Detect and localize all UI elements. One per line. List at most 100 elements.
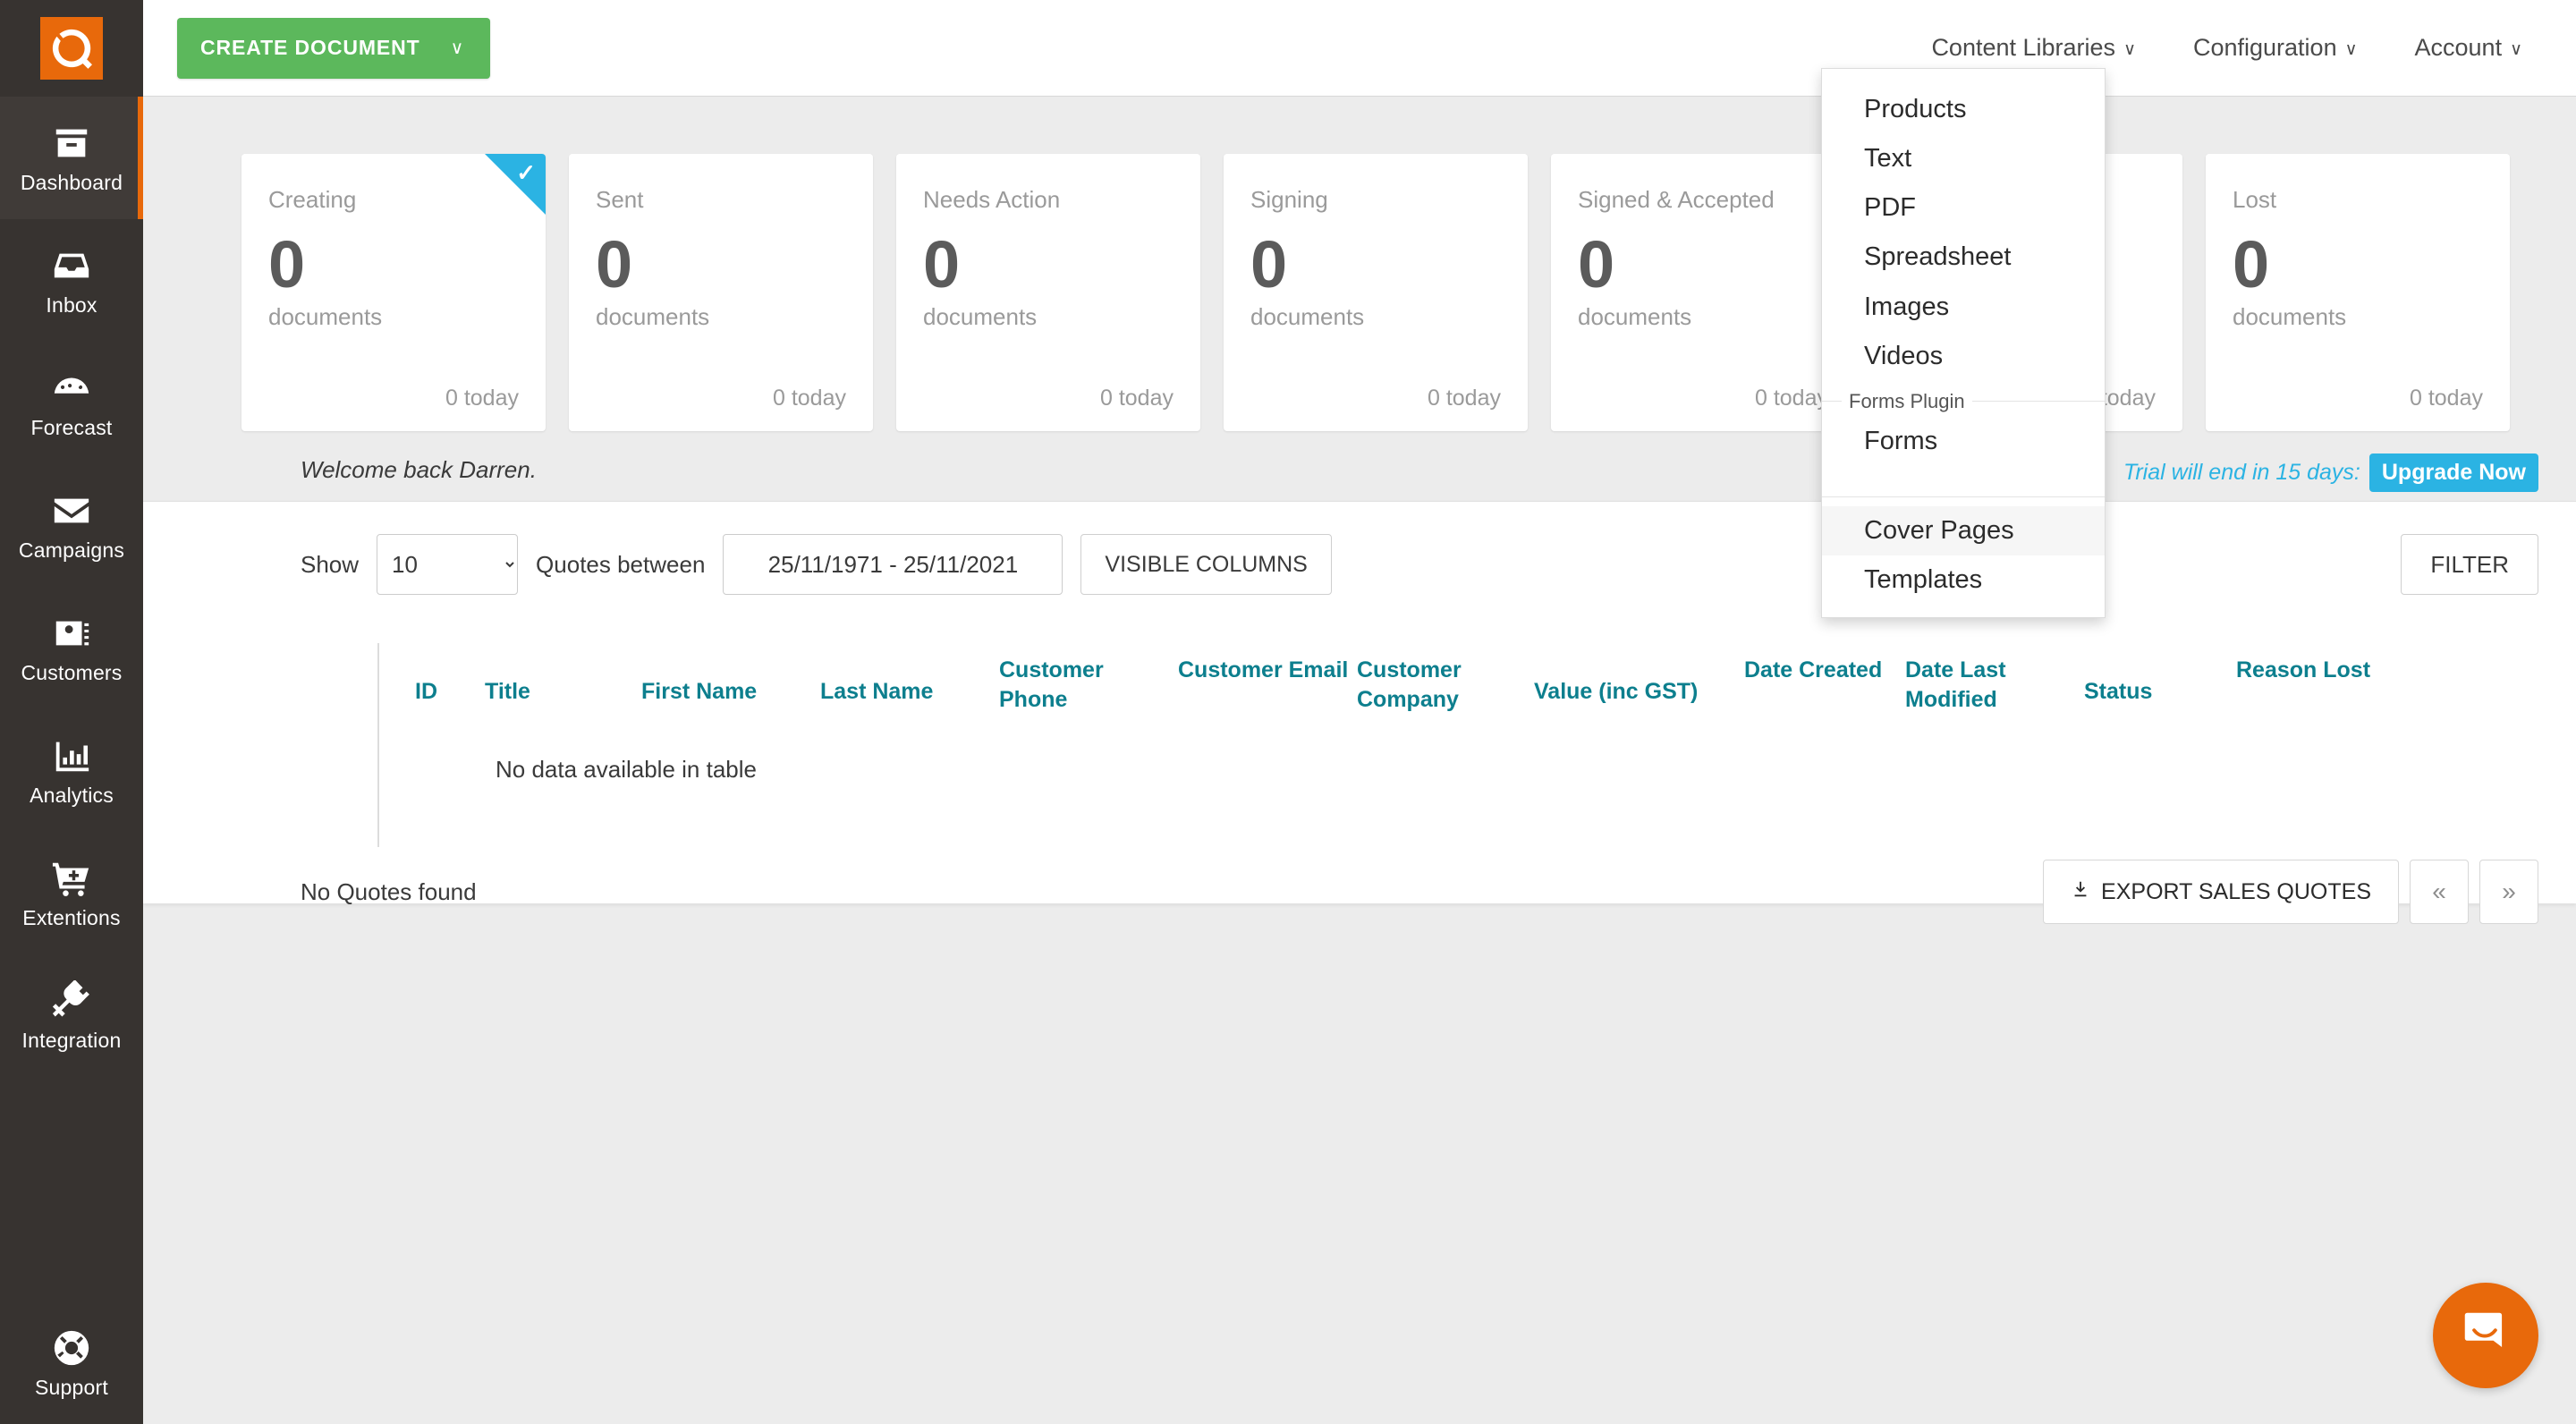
- table-header-status[interactable]: Status: [2084, 643, 2236, 740]
- sidebar-item-integration[interactable]: Integration: [0, 954, 143, 1077]
- sidebar-label: Analytics: [30, 784, 114, 807]
- separator-line-right: [1971, 401, 2105, 403]
- card-count: 0: [923, 227, 961, 301]
- sidebar-item-forecast[interactable]: Forecast: [0, 342, 143, 464]
- sidebar-item-analytics[interactable]: Analytics: [0, 709, 143, 832]
- sidebar-item-inbox[interactable]: Inbox: [0, 219, 143, 342]
- card-unit: documents: [2233, 303, 2347, 331]
- table-body: No data available in table: [377, 740, 2488, 847]
- table-header-id[interactable]: ID: [379, 643, 485, 740]
- table-header-value-inc-gst[interactable]: Value (inc GST): [1534, 643, 1744, 740]
- dropdown-item-products[interactable]: Products: [1822, 85, 2105, 134]
- date-range-input[interactable]: [723, 534, 1063, 595]
- dropdown-item-forms[interactable]: Forms: [1822, 417, 2105, 466]
- sidebar-item-campaigns[interactable]: Campaigns: [0, 464, 143, 587]
- dropdown-item-spreadsheet[interactable]: Spreadsheet: [1822, 233, 2105, 282]
- inbox-tray-icon: [51, 245, 92, 286]
- dropdown-item-pdf[interactable]: PDF: [1822, 183, 2105, 233]
- table-header-row: ID Title First Name Last Name Customer P…: [377, 643, 2488, 740]
- sidebar-logo[interactable]: [0, 0, 143, 97]
- pagination-first-button[interactable]: «: [2410, 860, 2469, 924]
- table-header-customer-company[interactable]: Customer Company: [1357, 643, 1534, 740]
- table-footer: No Quotes found EXPORT SALES QUOTES « »: [301, 860, 2538, 924]
- topnav-configuration[interactable]: Configuration ∨: [2193, 34, 2358, 62]
- dropdown-group-templates: Cover Pages Templates: [1822, 496, 2105, 617]
- check-icon: ✓: [516, 159, 536, 186]
- sidebar: Dashboard Inbox Forecast Campaigns Custo: [0, 0, 143, 1424]
- create-document-button[interactable]: CREATE DOCUMENT ∨: [177, 17, 491, 79]
- sidebar-item-dashboard[interactable]: Dashboard: [0, 97, 143, 219]
- lifebuoy-icon: [51, 1327, 92, 1369]
- table-header-reason-lost[interactable]: Reason Lost: [2236, 643, 2379, 740]
- card-today: 0 today: [2409, 386, 2483, 411]
- main-content: ✓ Creating 0 documents 0 today Sent 0 do…: [143, 97, 2576, 1424]
- table-header-last-name[interactable]: Last Name: [820, 643, 999, 740]
- sidebar-label: Integration: [21, 1029, 122, 1052]
- table-header-title[interactable]: Title: [485, 643, 641, 740]
- card-today: 0 today: [1754, 386, 1828, 411]
- show-entries-select[interactable]: 10 25 50 100: [377, 534, 519, 595]
- chevron-down-icon: ∨: [450, 38, 464, 58]
- filter-button[interactable]: FILTER: [2401, 534, 2538, 595]
- topnav-label: Account: [2414, 34, 2503, 61]
- dropdown-item-videos[interactable]: Videos: [1822, 332, 2105, 381]
- status-card-lost[interactable]: Lost 0 documents 0 today: [2206, 154, 2510, 431]
- status-card-sent[interactable]: Sent 0 documents 0 today: [569, 154, 873, 431]
- card-count: 0: [596, 227, 633, 301]
- table-header-date-created[interactable]: Date Created: [1744, 643, 1905, 740]
- card-title: Lost: [2233, 186, 2277, 213]
- quotes-panel: Trial will end in 15 days: Upgrade Now S…: [143, 453, 2576, 924]
- table-header-first-name[interactable]: First Name: [641, 643, 820, 740]
- download-icon: [2071, 879, 2090, 905]
- gauge-icon: [51, 368, 92, 409]
- no-quotes-found-label: No Quotes found: [301, 877, 477, 905]
- separator-label: Forms Plugin: [1849, 389, 1965, 412]
- chat-bubble-icon: [2458, 1306, 2513, 1366]
- card-title: Creating: [268, 186, 357, 213]
- pagination-last-button[interactable]: »: [2479, 860, 2538, 924]
- dropdown-item-text[interactable]: Text: [1822, 134, 2105, 183]
- dropdown-item-images[interactable]: Images: [1822, 283, 2105, 332]
- status-card-creating[interactable]: ✓ Creating 0 documents 0 today: [242, 154, 546, 431]
- card-today: 0 today: [1427, 386, 1501, 411]
- topnav-label: Content Libraries: [1931, 34, 2116, 61]
- contact-card-icon: [51, 613, 92, 654]
- sidebar-item-support[interactable]: Support: [0, 1301, 143, 1424]
- status-card-signed-accepted[interactable]: Signed & Accepted 0 documents 0 today: [1551, 154, 1855, 431]
- table-header-date-last-modified[interactable]: Date Last Modified: [1905, 643, 2084, 740]
- status-card-needs-action[interactable]: Needs Action 0 documents 0 today: [896, 154, 1200, 431]
- content-libraries-dropdown: Products Text PDF Spreadsheet Images Vid…: [1821, 68, 2106, 619]
- topnav-account[interactable]: Account ∨: [2415, 34, 2522, 62]
- card-count: 0: [1578, 227, 1615, 301]
- quotes-table: ID Title First Name Last Name Customer P…: [377, 643, 2488, 847]
- sidebar-item-customers[interactable]: Customers: [0, 587, 143, 709]
- dropdown-item-templates[interactable]: Templates: [1822, 555, 2105, 605]
- card-unit: documents: [923, 303, 1038, 331]
- archive-box-icon: [51, 123, 92, 164]
- table-toolbar: Show 10 25 50 100 Quotes between VISIBLE…: [143, 502, 2576, 595]
- topnav-content-libraries[interactable]: Content Libraries ∨: [1931, 34, 2136, 62]
- table-empty-message: No data available in table: [496, 756, 757, 783]
- export-sales-quotes-button[interactable]: EXPORT SALES QUOTES: [2043, 860, 2399, 924]
- card-count: 0: [2233, 227, 2270, 301]
- visible-columns-button[interactable]: VISIBLE COLUMNS: [1080, 534, 1332, 595]
- card-count: 0: [268, 227, 306, 301]
- card-unit: documents: [1250, 303, 1365, 331]
- create-document-label: CREATE DOCUMENT: [200, 36, 420, 59]
- card-title: Needs Action: [923, 186, 1061, 213]
- topnav-label: Configuration: [2192, 34, 2337, 61]
- card-unit: documents: [268, 303, 383, 331]
- footer-actions: EXPORT SALES QUOTES « »: [2043, 860, 2538, 924]
- dropdown-separator-forms-plugin: Forms Plugin: [1822, 386, 2105, 417]
- status-card-signing[interactable]: Signing 0 documents 0 today: [1224, 154, 1528, 431]
- upgrade-now-button[interactable]: Upgrade Now: [2368, 453, 2538, 492]
- card-title: Signing: [1250, 186, 1328, 213]
- trial-banner: Trial will end in 15 days: Upgrade Now: [2123, 453, 2576, 492]
- chevron-down-icon: ∨: [2344, 40, 2358, 59]
- table-header-customer-email[interactable]: Customer Email: [1178, 643, 1357, 740]
- top-nav: Content Libraries ∨ Configuration ∨ Acco…: [1931, 34, 2576, 62]
- table-header-customer-phone[interactable]: Customer Phone: [999, 643, 1178, 740]
- dropdown-item-cover-pages[interactable]: Cover Pages: [1822, 505, 2105, 556]
- sidebar-item-extentions[interactable]: Extentions: [0, 832, 143, 954]
- chat-widget-button[interactable]: [2433, 1283, 2538, 1388]
